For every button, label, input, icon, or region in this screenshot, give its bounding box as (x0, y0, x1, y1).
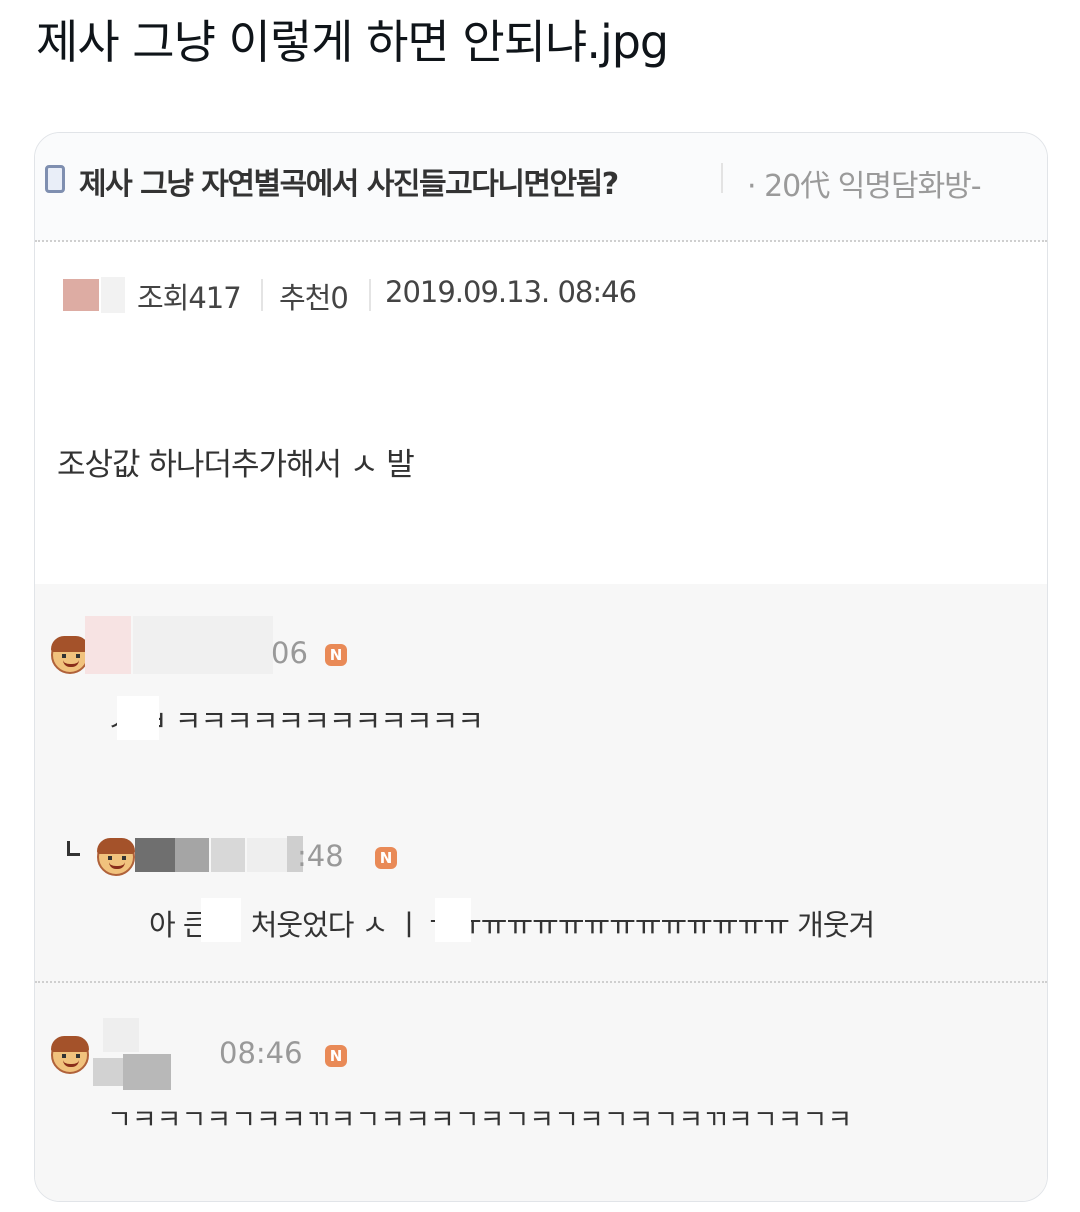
post-date: 2019.09.13. 08:46 (385, 275, 637, 309)
commenter-name-redacted (135, 838, 175, 872)
divider (35, 240, 1047, 242)
view-count: 조회417 (137, 281, 242, 315)
commenter-name-redacted (123, 1054, 171, 1090)
board-name[interactable]: · 20代 익명담화방- (747, 161, 982, 205)
divider (35, 981, 1047, 983)
author-name-redacted (101, 277, 125, 313)
comment-text: ㄱㅋㅋㄱㅋㄱㅋㅋㄲㅋㄱㅋㅋㅋㄱㅋㄱㅋㄱㅋㄱㅋㄱㅋㄲㅋㄱㅋㄱㅋ (107, 1105, 853, 1136)
author-avatar (63, 279, 99, 311)
divider (261, 279, 263, 311)
commenter-avatar-icon[interactable] (97, 838, 135, 876)
mobile-icon (45, 165, 65, 193)
commenter-avatar-icon[interactable] (51, 1036, 89, 1074)
divider (369, 279, 371, 311)
screenshot-card: 제사 그냥 자연별곡에서 사진들고다니면안됨? · 20代 익명담화방- 조회4… (34, 132, 1048, 1202)
commenter-name-redacted (103, 1018, 139, 1052)
comment-time: 08:46 (219, 1036, 303, 1070)
page-title: 제사 그냥 이렇게 하면 안되냐.jpg (36, 15, 669, 69)
divider (721, 163, 723, 193)
commenter-name-redacted (85, 616, 131, 674)
commenter-name-redacted (247, 838, 287, 872)
comment-list: 06 N ㅅ ㅂ ㅋㅋㅋㅋㅋㅋㅋㅋㅋㅋㅋㅋ :48 N 아 큰 ㅏ 처웃었다 ㅅ… (35, 584, 1047, 1201)
commenter-name-redacted (93, 1058, 123, 1086)
new-badge: N (325, 1045, 347, 1067)
post-title[interactable]: 제사 그냥 자연별곡에서 사진들고다니면안됨? (79, 159, 619, 203)
reply-arrow-icon (67, 841, 80, 856)
commenter-name-redacted (133, 616, 273, 674)
comment-time: :48 (297, 839, 344, 873)
censor-block (417, 435, 449, 481)
post-body: 조상값 하나더추가해서 ㅅ 발 (57, 447, 415, 483)
commenter-name-redacted (211, 838, 245, 872)
censor-block (201, 898, 241, 942)
new-badge: N (325, 644, 347, 666)
comment-text: ㅅ ㅂ ㅋㅋㅋㅋㅋㅋㅋㅋㅋㅋㅋㅋ (107, 704, 484, 738)
comment-text: 아 큰 ㅏ 처웃었다 ㅅ ㅣ ㅠㅠㅠㅠㅠㅠㅠㅠㅠㅠㅠㅠㅠㅠ 개웃겨 (149, 908, 875, 942)
post-header: 제사 그냥 자연별곡에서 사진들고다니면안됨? · 20代 익명담화방- (35, 133, 1047, 241)
commenter-name-redacted (175, 838, 209, 872)
comment-time: 06 (271, 636, 308, 670)
censor-block (117, 696, 159, 740)
like-count: 추천0 (279, 281, 349, 315)
new-badge: N (375, 847, 397, 869)
censor-block (435, 898, 471, 942)
commenter-avatar-icon[interactable] (51, 636, 89, 674)
